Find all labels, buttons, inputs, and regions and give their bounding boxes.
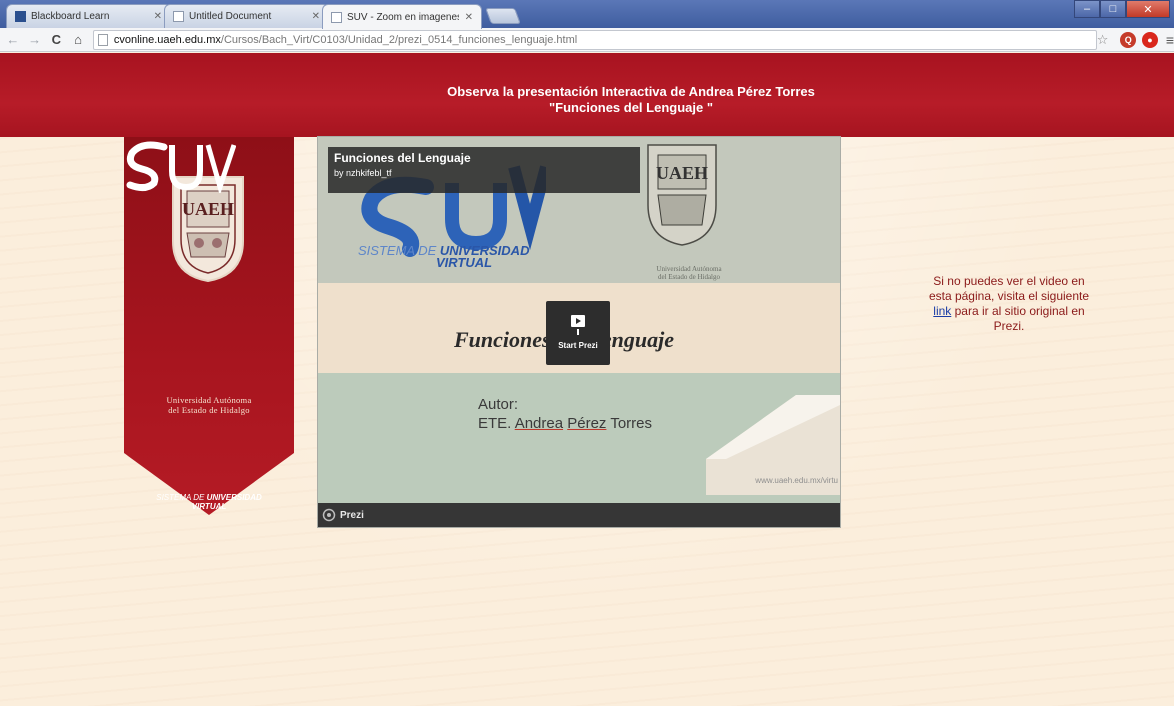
url-host: cvonline.uaeh.edu.mx [113, 33, 221, 46]
prezi-footer-label[interactable]: Prezi [340, 510, 364, 521]
document-favicon-icon [331, 11, 342, 23]
prezi-logo-icon[interactable] [322, 508, 336, 522]
slide-suv-thin: SISTEMA DE [358, 243, 437, 258]
slide-author-label: Autor: [478, 396, 519, 413]
start-prezi-label: Start Prezi [558, 341, 598, 350]
svg-text:UAEH: UAEH [656, 163, 708, 183]
prezi-info-author: by nzhkifebl_tf [334, 168, 392, 178]
suv-caption: SISTEMA DE UNIVERSIDAD VIRTUAL [138, 493, 280, 511]
slide-author-block: Autor: ETE. Andrea Pérez Torres [478, 395, 652, 433]
blackboard-favicon-icon [15, 11, 26, 22]
tab-label: Untitled Document [189, 11, 272, 22]
prezi-embed[interactable]: SISTEMA DE UNIVERSIDAD VIRTUAL UAEH Univ… [318, 137, 840, 527]
slide-suv-virtual: VIRTUAL [436, 255, 493, 270]
slide-crest-icon: UAEH [647, 144, 717, 246]
extension-icon[interactable]: Q [1120, 31, 1137, 48]
forward-arrow-icon[interactable]: → [26, 32, 44, 47]
bookmark-star-icon[interactable]: ☆ [1097, 32, 1109, 48]
suv-caption-virtual: VIRTUAL [191, 502, 227, 511]
document-favicon-icon [173, 11, 184, 22]
suv-caption-thin: SISTEMA DE [156, 493, 207, 502]
home-icon[interactable]: ⌂ [69, 32, 87, 47]
tab-close-icon[interactable]: ✕ [312, 11, 320, 22]
fallback-note: Si no puedes ver el video en esta página… [924, 274, 1094, 334]
university-banner: UAEH Universidad Autónoma del Estado de … [124, 137, 294, 515]
slide-author-first: Andrea [514, 415, 564, 432]
page-title-line2: "Funciones del Lenguaje " [548, 100, 714, 115]
browser-toolbar: ← → C ⌂ cvonline.uaeh.edu.mx /Cursos/Bac… [0, 28, 1174, 52]
prezi-footer-bar: Prezi [318, 503, 840, 527]
adblock-icon[interactable]: ● [1142, 31, 1158, 48]
fallback-note-after: para ir al sitio original en Prezi. [951, 304, 1085, 333]
svg-text:UAEH: UAEH [182, 199, 234, 219]
tab-suv-zoom[interactable]: SUV - Zoom en imagenes ✕ [322, 4, 482, 29]
tab-label: Blackboard Learn [31, 11, 110, 22]
university-name: Universidad Autónoma del Estado de Hidal… [124, 395, 294, 415]
reload-icon[interactable]: C [47, 32, 65, 47]
tab-untitled-document[interactable]: Untitled Document ✕ [164, 4, 329, 28]
close-window-button[interactable]: ✕ [1126, 0, 1170, 18]
university-name-line1: Universidad Autónoma [166, 395, 252, 405]
page-title-line1: Observa la presentación Interactiva de A… [447, 84, 815, 99]
university-name-line2: del Estado de Hidalgo [168, 405, 250, 415]
minimize-button[interactable]: – [1074, 0, 1100, 18]
play-screen-icon [571, 315, 585, 327]
page-content: Observa la presentación Interactiva de A… [0, 53, 1174, 706]
slide-crest-caption-line1: Universidad Autónoma [656, 265, 722, 273]
tab-close-icon[interactable]: ✕ [154, 11, 162, 22]
prezi-info-box: Funciones del Lenguaje by nzhkifebl_tf [328, 147, 640, 193]
slide-author-prefix: ETE. [478, 415, 515, 432]
slide-crest-caption: Universidad Autónoma del Estado de Hidal… [614, 265, 764, 281]
suv-logo-icon [126, 141, 236, 193]
tab-blackboard-learn[interactable]: Blackboard Learn ✕ [6, 4, 171, 28]
address-bar[interactable]: cvonline.uaeh.edu.mx /Cursos/Bach_Virt/C… [92, 29, 1097, 50]
slide-author-tail: Torres [606, 415, 652, 432]
slide-suv-text: SISTEMA DE UNIVERSIDAD VIRTUAL [358, 243, 558, 270]
page-header: Observa la presentación Interactiva de A… [0, 53, 1174, 137]
url-path: /Cursos/Bach_Virt/C0103/Unidad_2/prezi_0… [220, 33, 578, 46]
slide-url-text: www.uaeh.edu.mx/virtu [755, 476, 838, 485]
start-prezi-button[interactable]: Start Prezi [546, 301, 610, 365]
fallback-note-before: Si no puedes ver el video en esta página… [928, 274, 1090, 303]
menu-icon[interactable]: ≡ [1166, 32, 1174, 48]
page-icon [97, 33, 108, 46]
window-controls: – □ ✕ [1074, 0, 1170, 20]
browser-tab-strip: Blackboard Learn ✕ Untitled Document ✕ S… [0, 0, 1174, 29]
back-arrow-icon[interactable]: ← [4, 32, 22, 47]
slide-author-name: ETE. Andrea Pérez Torres [478, 414, 652, 433]
tab-label: SUV - Zoom en imagenes [347, 11, 459, 23]
slide-author-last: Pérez [567, 415, 607, 432]
page-title: Observa la presentación Interactiva de A… [0, 84, 1174, 116]
new-tab-button[interactable] [485, 8, 521, 24]
play-screen-stand [577, 329, 579, 335]
tab-close-icon[interactable]: ✕ [465, 12, 473, 23]
prezi-info-title: Funciones del Lenguaje [334, 151, 471, 165]
maximize-button[interactable]: □ [1100, 0, 1126, 18]
slide-crest-caption-line2: del Estado de Hidalgo [657, 273, 720, 281]
original-prezi-link[interactable]: link [933, 304, 951, 318]
suv-caption-bold: UNIVERSIDAD [206, 493, 262, 502]
